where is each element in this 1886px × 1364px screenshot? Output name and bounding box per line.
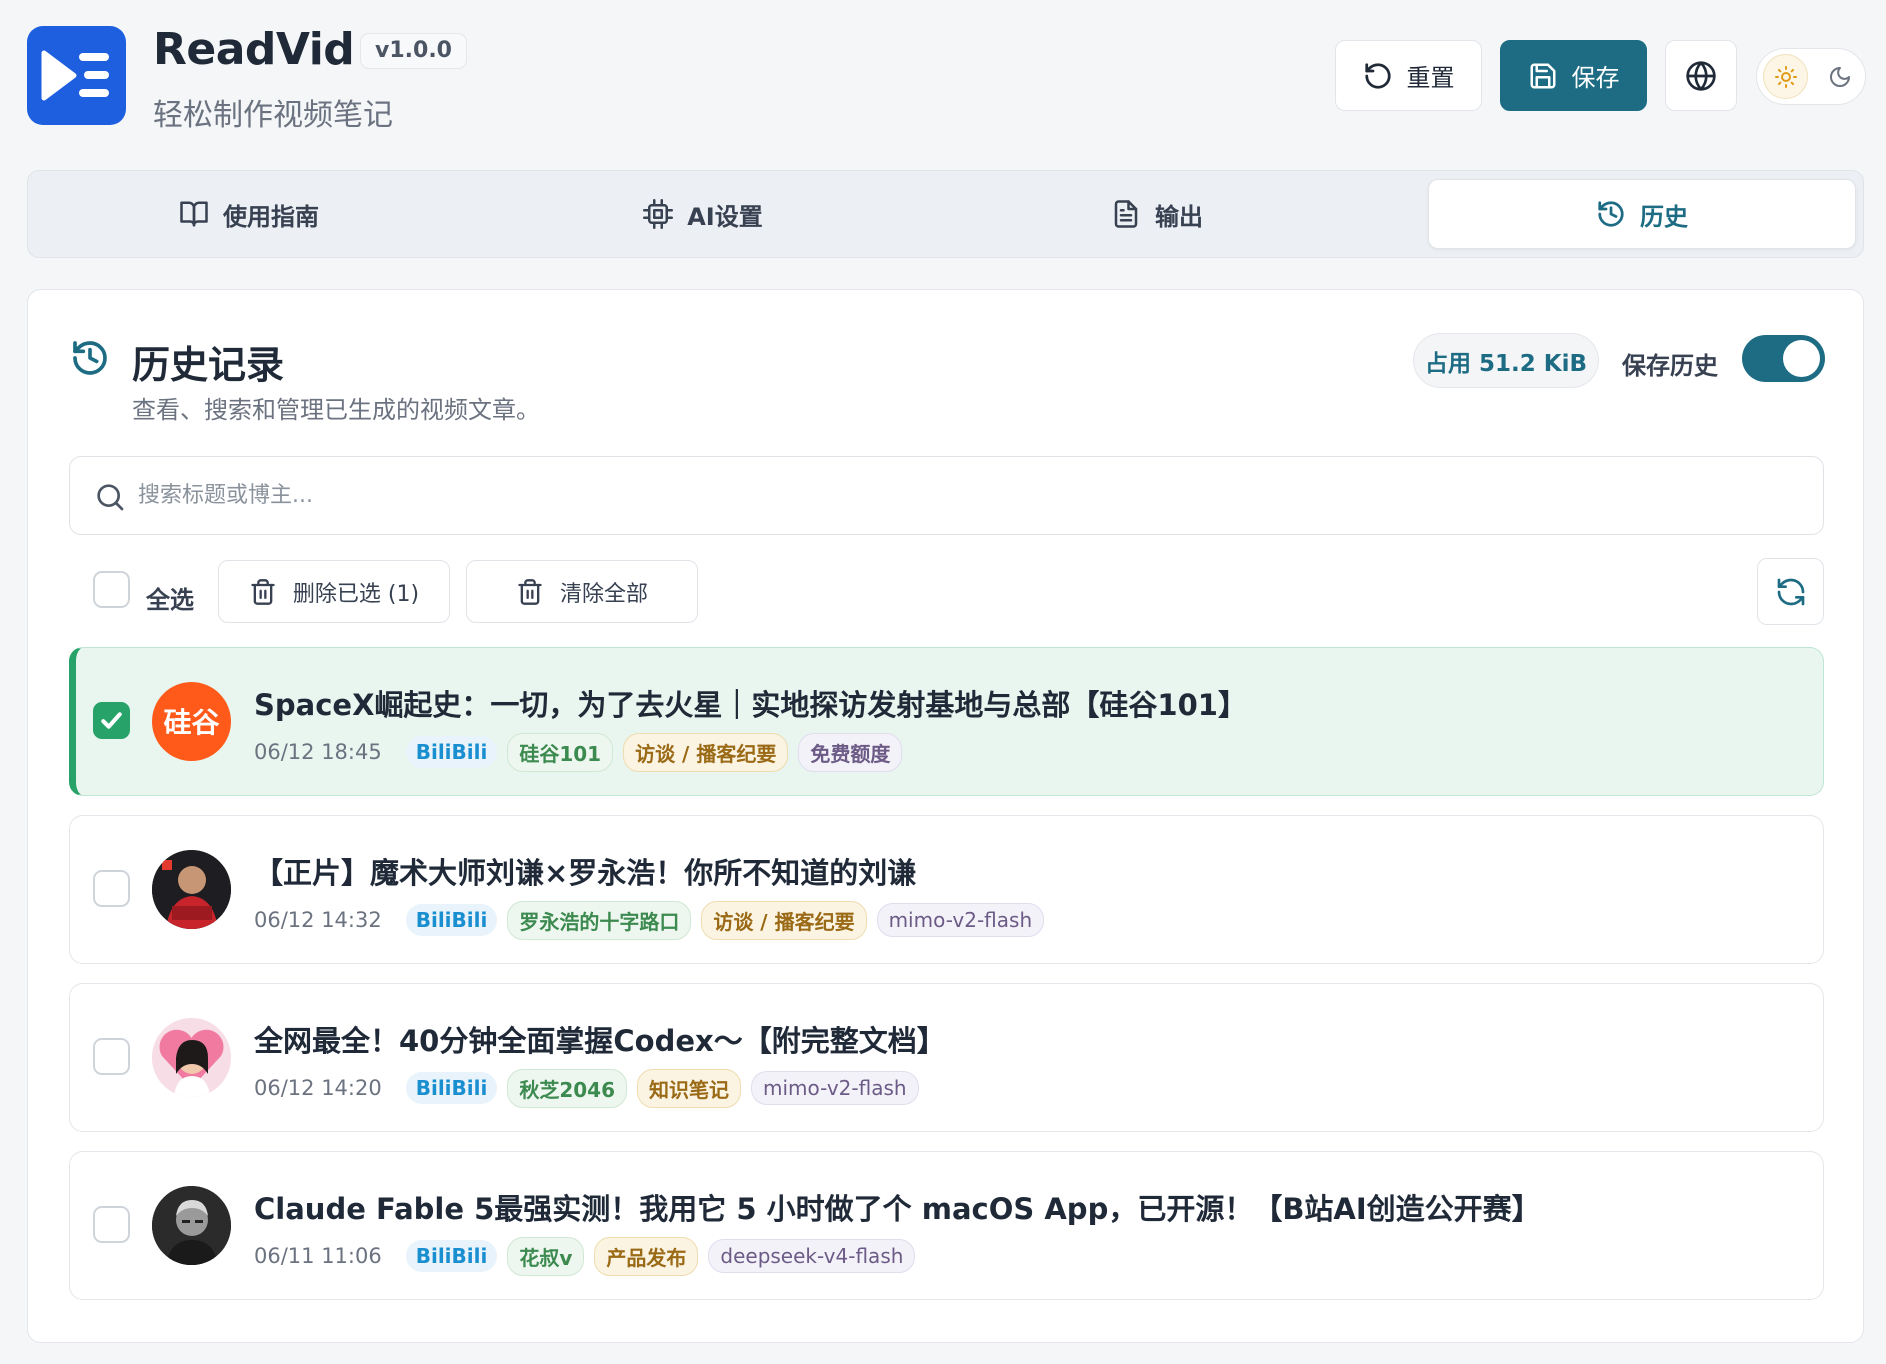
theme-toggle[interactable] [1756, 48, 1866, 105]
history-item[interactable]: Claude Fable 5最强实测！我用它 5 小时做了个 macOS App… [69, 1151, 1824, 1300]
category-tag: 访谈 / 播客纪要 [623, 732, 789, 772]
history-panel: 历史记录 查看、搜索和管理已生成的视频文章。 占用 51.2 KiB 保存历史 … [27, 289, 1864, 1343]
item-checkbox[interactable] [93, 1206, 130, 1243]
author-tag: 秋芝2046 [507, 1068, 628, 1108]
panel-title: 历史记录 [132, 343, 285, 387]
author-tag: 硅谷101 [507, 732, 614, 772]
category-tag: 知识笔记 [637, 1068, 742, 1108]
main-tabs: 使用指南 AI设置 输出 历史 [27, 170, 1864, 258]
history-item[interactable]: 全网最全！40分钟全面掌握Codex～【附完整文档】 06/12 14:20 B… [69, 983, 1824, 1132]
panel-description: 查看、搜索和管理已生成的视频文章。 [132, 396, 540, 424]
refresh-button[interactable] [1757, 558, 1824, 625]
refresh-icon [1777, 578, 1804, 605]
app-logo [27, 26, 126, 125]
item-meta: 06/12 14:32 BiliBili 罗永浩的十字路口 访谈 / 播客纪要 … [254, 900, 1045, 940]
check-icon [101, 712, 122, 729]
tab-guide[interactable]: 使用指南 [35, 179, 463, 249]
history-item[interactable]: 【正片】魔术大师刘谦×罗永浩！你所不知道的刘谦 06/12 14:32 Bili… [69, 815, 1824, 964]
save-button[interactable]: 保存 [1500, 40, 1647, 111]
item-meta: 06/12 18:45 BiliBili 硅谷101 访谈 / 播客纪要 免费额… [254, 732, 903, 772]
history-icon [1598, 201, 1624, 227]
search-box [69, 456, 1824, 535]
chip-icon [643, 199, 674, 229]
save-history-toggle[interactable] [1742, 335, 1825, 382]
item-checkbox[interactable] [93, 702, 130, 739]
item-meta: 06/12 14:20 BiliBili 秋芝2046 知识笔记 mimo-v2… [254, 1068, 919, 1108]
item-title: SpaceX崛起史：一切，为了去火星｜实地探访发射基地与总部【硅谷101】 [254, 688, 1247, 722]
dark-mode-button[interactable] [1817, 54, 1862, 99]
storage-usage-badge: 占用 51.2 KiB [1413, 333, 1599, 388]
author-tag: 花叔v [507, 1236, 585, 1276]
save-icon [1530, 63, 1555, 88]
sun-icon [1774, 65, 1797, 88]
reset-icon [1364, 62, 1391, 89]
play-list-icon [41, 50, 109, 101]
reset-label: 重置 [1406, 64, 1455, 92]
version-badge: v1.0.0 [360, 33, 467, 69]
platform-badge: BiliBili [405, 904, 498, 936]
trash-icon [251, 578, 275, 605]
language-button[interactable] [1665, 40, 1737, 111]
platform-badge: BiliBili [405, 736, 498, 768]
document-icon [1114, 200, 1138, 228]
toggle-knob [1783, 340, 1820, 377]
select-all-label: 全选 [146, 586, 194, 614]
item-date: 06/12 18:45 [254, 740, 382, 764]
clear-all-label: 清除全部 [559, 581, 648, 607]
reset-button[interactable]: 重置 [1335, 40, 1482, 111]
app-subtitle: 轻松制作视频笔记 [153, 98, 393, 133]
trash-icon [518, 578, 542, 605]
delete-selected-button[interactable]: 删除已选 (1) [218, 560, 450, 623]
history-icon [70, 338, 110, 382]
globe-icon [1686, 60, 1716, 91]
item-checkbox[interactable] [93, 870, 130, 907]
author-tag: 罗永浩的十字路口 [507, 900, 692, 940]
model-tag: 免费额度 [798, 732, 903, 772]
moon-icon [1829, 66, 1850, 87]
avatar [152, 1018, 231, 1097]
item-title: Claude Fable 5最强实测！我用它 5 小时做了个 macOS App… [254, 1192, 1541, 1226]
platform-badge: BiliBili [405, 1240, 498, 1272]
item-date: 06/11 11:06 [254, 1244, 382, 1268]
save-history-label: 保存历史 [1622, 352, 1718, 380]
item-date: 06/12 14:32 [254, 908, 382, 932]
app-title: ReadVid [153, 24, 355, 75]
category-tag: 访谈 / 播客纪要 [701, 900, 867, 940]
item-date: 06/12 14:20 [254, 1076, 382, 1100]
tab-ai-settings[interactable]: AI设置 [489, 179, 917, 249]
tab-output[interactable]: 输出 [943, 179, 1371, 249]
app-header: ReadVid v1.0.0 轻松制作视频笔记 重置 保存 [0, 0, 1886, 150]
avatar: 硅谷 [152, 682, 231, 761]
save-label: 保存 [1571, 64, 1620, 92]
avatar-text: 硅谷 [163, 706, 220, 739]
history-item[interactable]: 硅谷 SpaceX崛起史：一切，为了去火星｜实地探访发射基地与总部【硅谷101】… [69, 647, 1824, 796]
clear-all-button[interactable]: 清除全部 [466, 560, 698, 623]
item-meta: 06/11 11:06 BiliBili 花叔v 产品发布 deepseek-v… [254, 1236, 916, 1276]
light-mode-button[interactable] [1763, 54, 1808, 99]
model-tag: deepseek-v4-flash [708, 1239, 916, 1273]
delete-selected-label: 删除已选 (1) [292, 581, 420, 607]
item-title: 【正片】魔术大师刘谦×罗永浩！你所不知道的刘谦 [254, 856, 917, 890]
tab-label: 输出 [1155, 202, 1203, 231]
item-title: 全网最全！40分钟全面掌握Codex～【附完整文档】 [254, 1024, 946, 1058]
tab-label: 使用指南 [223, 202, 319, 231]
search-icon [97, 484, 124, 511]
book-icon [180, 201, 208, 227]
avatar [152, 850, 231, 929]
category-tag: 产品发布 [594, 1236, 699, 1276]
platform-badge: BiliBili [405, 1072, 498, 1104]
tab-label: 历史 [1640, 202, 1688, 231]
model-tag: mimo-v2-flash [876, 903, 1045, 937]
tab-label: AI设置 [687, 202, 763, 231]
model-tag: mimo-v2-flash [751, 1071, 919, 1105]
search-input[interactable] [138, 471, 1798, 519]
avatar [152, 1186, 231, 1265]
select-all-checkbox[interactable] [93, 571, 130, 608]
tab-history[interactable]: 历史 [1428, 179, 1856, 249]
item-checkbox[interactable] [93, 1038, 130, 1075]
